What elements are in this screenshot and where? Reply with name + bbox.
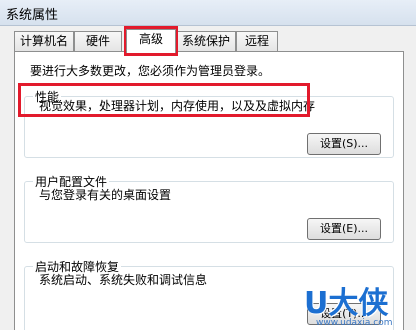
tab-remote[interactable]: 远程 — [236, 31, 278, 51]
admin-note: 要进行大多数更改，您必须作为管理员登录。 — [30, 64, 271, 78]
user-profiles-settings-button[interactable]: 设置(E)... — [307, 218, 381, 240]
title-bar: 系统属性 — [0, 0, 416, 26]
tab-system-protection[interactable]: 系统保护 — [176, 31, 236, 51]
performance-settings-button[interactable]: 设置(S)... — [307, 133, 381, 155]
tab-hardware[interactable]: 硬件 — [74, 31, 122, 51]
window-title: 系统属性 — [6, 8, 59, 23]
udaxia-url: www.udaxia.com — [316, 318, 393, 328]
performance-highlight — [18, 83, 310, 117]
user-profiles-group: 用户配置文件 与您登录有关的桌面设置 设置(E)... — [24, 173, 394, 243]
tab-advanced[interactable]: 高级 — [126, 29, 176, 53]
tab-computer-name[interactable]: 计算机名 — [14, 31, 74, 51]
user-profiles-description: 与您登录有关的桌面设置 — [39, 188, 172, 202]
tab-strip: 计算机名 硬件 高级 系统保护 远程 — [14, 29, 294, 53]
startup-recovery-description: 系统启动、系统失败和调试信息 — [39, 273, 208, 287]
